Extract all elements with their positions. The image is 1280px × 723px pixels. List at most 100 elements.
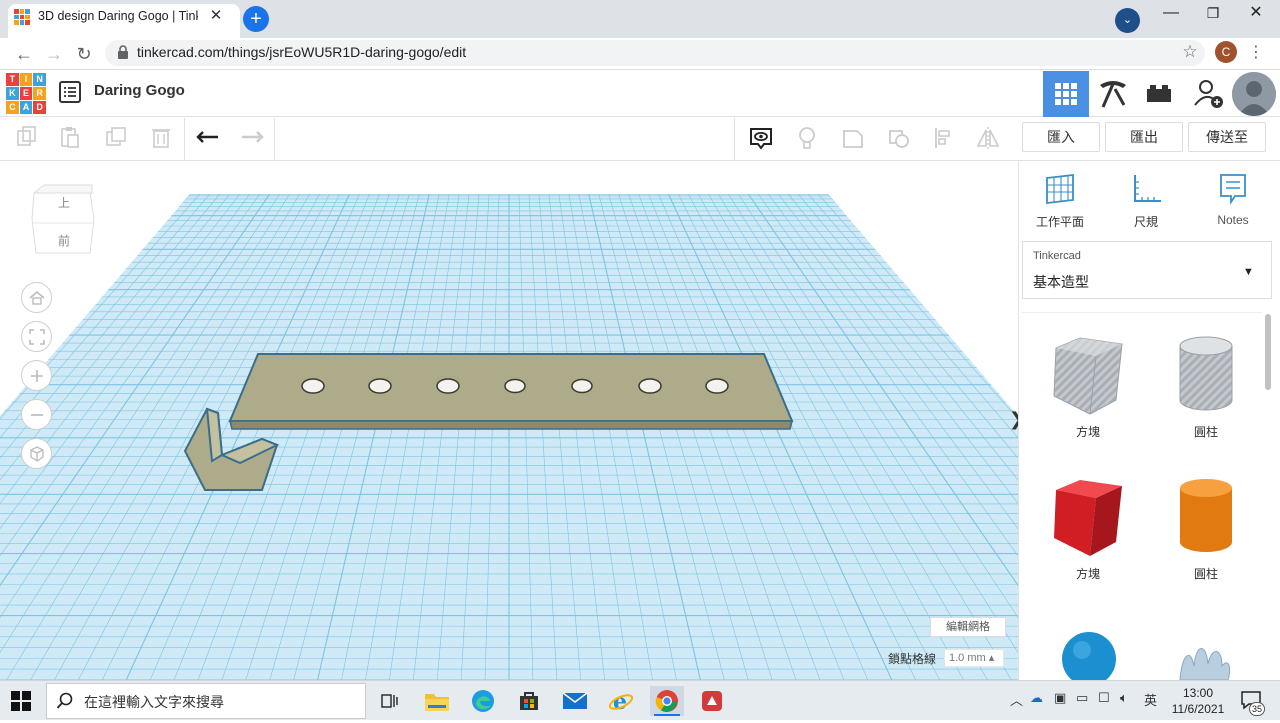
delete-button[interactable] — [146, 124, 176, 154]
shape-label: 方塊 — [1075, 567, 1100, 581]
3d-viewport[interactable] — [0, 161, 1018, 680]
copy-icon — [17, 126, 36, 146]
ruler-label: 尺規 — [1133, 215, 1158, 229]
ruler-tool[interactable]: 尺規 — [1116, 172, 1176, 232]
battery-icon[interactable]: ▭ — [1076, 690, 1088, 706]
workplane-tool[interactable]: 工作平面 — [1030, 172, 1090, 232]
grid-icon — [1055, 83, 1077, 105]
cube-perspective-icon — [29, 446, 44, 462]
logo-letter: E — [19, 87, 33, 100]
shape-cylinder[interactable]: 圓柱 — [1166, 476, 1246, 596]
design-title[interactable]: Daring Gogo — [94, 82, 294, 102]
edit-grid-button[interactable]: 編輯網格 — [930, 617, 1006, 637]
task-view-icon[interactable] — [375, 686, 405, 716]
shape-cylinder-hole[interactable]: 圓柱 — [1166, 334, 1246, 454]
box-icon — [1054, 480, 1122, 556]
home-icon — [28, 290, 45, 305]
ungroup-button[interactable] — [884, 124, 914, 154]
system-tray: ︿ ☁ ▣ ▭ ☐ 🔈︎ 英 — [1008, 690, 1168, 712]
workplane-grid[interactable] — [0, 161, 1018, 680]
view-cube-front-label[interactable]: 前 — [54, 232, 74, 248]
shapes-scrollbar[interactable] — [1265, 314, 1271, 390]
show-all-button[interactable] — [746, 124, 776, 154]
send-to-button[interactable]: 傳送至 — [1188, 122, 1266, 152]
minecraft-pickaxe-button[interactable] — [1090, 71, 1136, 117]
snap-grid-select[interactable]: 1.0 mm ▴ — [944, 649, 1004, 667]
copy-button[interactable] — [12, 124, 42, 154]
group-button[interactable] — [838, 124, 868, 154]
align-button[interactable] — [929, 124, 959, 154]
back-icon[interactable]: ← — [12, 42, 36, 66]
browser-menu-icon[interactable]: ⋮ — [1248, 42, 1264, 64]
microsoft-store-icon[interactable] — [514, 686, 544, 716]
edge-browser-icon[interactable] — [468, 686, 498, 716]
notes-tool[interactable]: Notes — [1203, 172, 1263, 232]
scribble-icon — [1179, 648, 1231, 680]
duplicate-icon — [106, 127, 126, 146]
export-button[interactable]: 匯出 — [1105, 122, 1183, 152]
bookmark-star-icon[interactable]: ☆ — [1180, 42, 1200, 62]
library-provider: Tinkercad — [1033, 250, 1081, 262]
zoom-in-button[interactable] — [21, 360, 52, 391]
user-avatar[interactable] — [1232, 72, 1276, 116]
new-tab-button[interactable]: + — [243, 6, 269, 32]
paste-button[interactable] — [55, 124, 85, 154]
tinkercad-logo[interactable]: T I N K E R C A D — [6, 73, 46, 114]
windows-start-icon[interactable] — [10, 690, 32, 712]
download-icon[interactable]: ⌄ — [1115, 8, 1140, 33]
clock-time[interactable]: 13:00 — [1170, 686, 1226, 700]
3d-design-view-button[interactable] — [1043, 71, 1089, 117]
dropdown-caret-icon[interactable]: ▼ — [1243, 266, 1255, 278]
reload-icon[interactable]: ↻ — [72, 42, 96, 66]
profile-avatar[interactable]: C — [1215, 41, 1237, 63]
redo-icon — [242, 131, 264, 143]
shape-box[interactable]: 方塊 — [1048, 476, 1128, 596]
chrome-icon[interactable] — [650, 686, 684, 716]
lock-icon[interactable] — [117, 45, 129, 59]
logo-letter: T — [6, 73, 19, 86]
view-cube[interactable]: 上 前 — [30, 183, 96, 259]
restore-button[interactable]: ❐ — [1191, 0, 1235, 30]
add-user-icon — [1194, 80, 1223, 108]
tab-close-icon[interactable]: ✕ — [206, 6, 226, 26]
view-cube-top-label[interactable]: 上 — [54, 194, 74, 210]
zoom-out-button[interactable] — [21, 399, 52, 430]
volume-icon[interactable]: 🔈︎ — [1120, 690, 1128, 706]
show-hidden-icons-chevron-icon[interactable]: ︿ — [1010, 690, 1023, 709]
workplane-label: 工作平面 — [1035, 215, 1084, 229]
home-view-button[interactable] — [21, 282, 52, 313]
design-list-icon[interactable] — [59, 81, 81, 103]
url-text[interactable]: tinkercad.com/things/jsrEoWU5R1D-daring-… — [137, 44, 737, 62]
shape-scribble[interactable] — [1172, 636, 1236, 680]
import-button[interactable]: 匯入 — [1022, 122, 1100, 152]
shape-sphere[interactable] — [1060, 630, 1118, 680]
duplicate-button[interactable] — [101, 124, 131, 154]
shape-box-hole[interactable]: 方塊 — [1048, 334, 1128, 454]
device-icon[interactable]: ▣ — [1054, 690, 1066, 706]
bricks-button[interactable] — [1136, 71, 1182, 117]
minimize-button[interactable]: — — [1149, 0, 1193, 30]
forward-icon[interactable]: → — [42, 42, 66, 66]
presentation-app-icon[interactable] — [697, 686, 727, 716]
undo-button[interactable] — [193, 124, 223, 154]
plate-shape[interactable] — [228, 353, 794, 430]
network-icon[interactable]: ☐ — [1098, 690, 1110, 706]
notes-label: Notes — [1217, 213, 1249, 227]
search-placeholder[interactable]: 在這裡輸入文字來搜尋 — [84, 692, 304, 710]
ime-indicator[interactable]: 英 — [1144, 690, 1157, 709]
file-explorer-icon[interactable] — [422, 686, 452, 716]
fit-view-button[interactable] — [21, 321, 52, 352]
invite-user-button[interactable] — [1186, 71, 1232, 117]
light-button[interactable] — [792, 124, 822, 154]
ungroup-icon — [889, 130, 909, 148]
logo-letter: N — [33, 73, 46, 86]
internet-explorer-icon[interactable]: e — [606, 686, 636, 716]
mail-icon[interactable] — [560, 686, 590, 716]
perspective-button[interactable] — [21, 438, 52, 469]
logo-letter: I — [19, 73, 33, 86]
mirror-button[interactable] — [973, 124, 1003, 154]
clock-date[interactable]: 11/6/2021 — [1166, 702, 1230, 716]
cloud-icon[interactable]: ☁ — [1030, 690, 1043, 706]
close-window-button[interactable]: ✕ — [1234, 0, 1278, 30]
redo-button[interactable] — [237, 124, 267, 154]
